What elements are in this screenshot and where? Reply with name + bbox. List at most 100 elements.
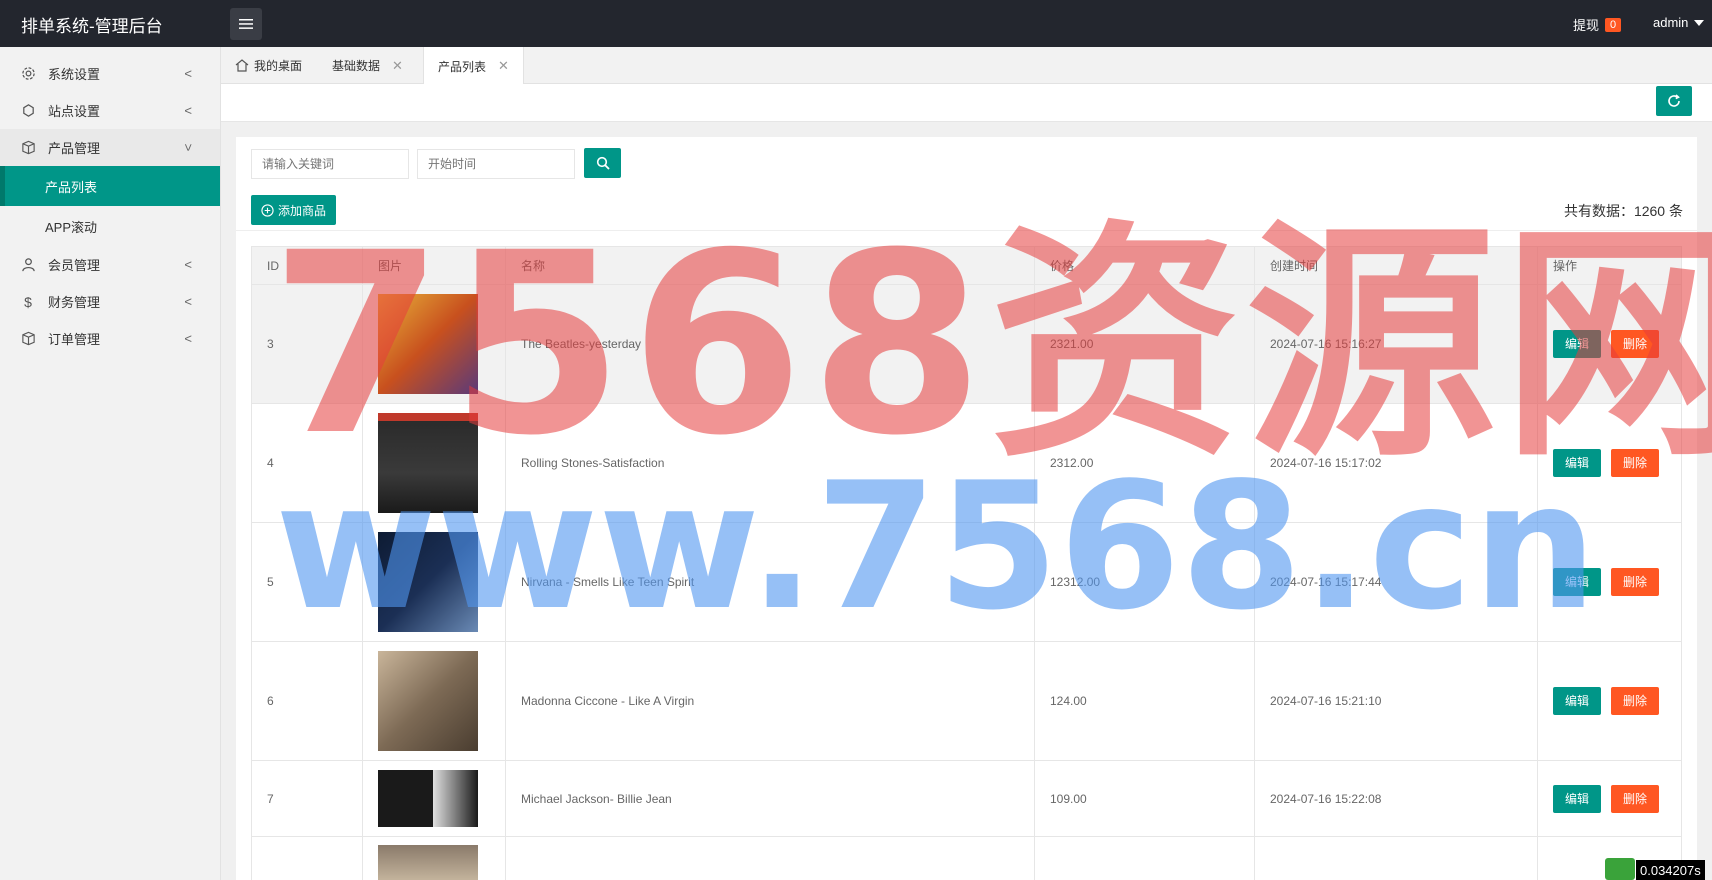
sidebar-item-order-management[interactable]: 订单管理 < — [0, 320, 220, 357]
sidebar-item-label: 财务管理 — [48, 295, 101, 310]
keyword-search-input[interactable] — [251, 149, 409, 179]
close-icon[interactable]: ✕ — [498, 58, 509, 74]
cell-created: 2024-07-16 15:21:10 — [1254, 641, 1538, 761]
sidebar-item-label: 产品管理 — [48, 141, 101, 156]
user-menu[interactable]: admin — [1653, 15, 1705, 30]
edit-button[interactable]: 编辑 — [1553, 568, 1602, 596]
home-icon — [235, 59, 249, 72]
add-product-button[interactable]: 添加商品 — [251, 195, 337, 225]
chevron-left-icon: < — [184, 294, 192, 309]
cell-name: Madonna Ciccone - Like A Virgin — [505, 641, 1035, 761]
tab-product-list[interactable]: 产品列表 ✕ — [423, 47, 524, 85]
cell-id: 3 — [251, 284, 363, 404]
gear-icon — [20, 66, 36, 82]
search-icon — [596, 156, 610, 170]
cell-id: 7 — [251, 760, 363, 837]
sidebar-item-member-management[interactable]: 会员管理 < — [0, 246, 220, 283]
tab-label: 我的桌面 — [254, 59, 303, 73]
cell-price: 124.00 — [1034, 641, 1255, 761]
plus-circle-icon — [261, 203, 274, 217]
app-title: 排单系统-管理后台 — [21, 17, 163, 36]
sidebar-item-product-management[interactable]: 产品管理 < — [0, 129, 220, 166]
globe-icon — [20, 103, 36, 119]
column-header-name: 名称 — [505, 246, 1035, 285]
product-table: ID 图片 名称 价格 创建时间 操作 3 The Beatles-yester… — [251, 246, 1682, 880]
delete-button[interactable]: 删除 — [1611, 449, 1660, 477]
sidebar-item-system-settings[interactable]: 系统设置 < — [0, 55, 220, 92]
cell-image — [362, 641, 506, 761]
cell-actions: 编辑 删除 — [1537, 760, 1682, 837]
table-row — [251, 836, 1682, 880]
tab-desktop[interactable]: 我的桌面 — [221, 47, 316, 84]
delete-button[interactable]: 删除 — [1611, 687, 1660, 715]
edit-button[interactable]: 编辑 — [1553, 330, 1602, 358]
sidebar-item-label: 系统设置 — [48, 67, 101, 82]
menu-toggle-button[interactable] — [230, 8, 262, 40]
delete-button[interactable]: 删除 — [1611, 330, 1660, 358]
cell-price — [1034, 836, 1255, 880]
chevron-left-icon: < — [184, 257, 192, 272]
page-timer: 0.034207s — [1636, 860, 1705, 880]
cell-id: 6 — [251, 641, 363, 761]
caret-down-icon — [1694, 19, 1705, 26]
cell-price: 12312.00 — [1034, 522, 1255, 642]
divider — [236, 230, 1697, 231]
box-icon — [20, 140, 36, 156]
delete-button[interactable]: 删除 — [1611, 784, 1660, 813]
cell-created — [1254, 836, 1538, 880]
delete-button[interactable]: 删除 — [1611, 568, 1660, 596]
cell-image — [362, 836, 506, 880]
sidebar-subitem-product-list[interactable]: 产品列表 — [0, 166, 220, 206]
content-panel: 添加商品 共有数据：1260 条 ID 图片 名称 价格 创建时间 操作 3 T… — [236, 137, 1697, 880]
cell-actions: 编辑 删除 — [1537, 641, 1682, 761]
tab-basic-data[interactable]: 基础数据 ✕ — [318, 47, 417, 84]
edit-button[interactable]: 编辑 — [1553, 784, 1602, 813]
chevron-left-icon: < — [184, 331, 192, 346]
box-icon — [20, 331, 36, 347]
withdraw-label: 提现 — [1573, 18, 1600, 33]
dollar-icon: $ — [24, 293, 32, 310]
sidebar-subitem-label: APP滚动 — [45, 219, 98, 235]
album-cover-image — [378, 532, 478, 632]
chevron-left-icon: < — [184, 66, 192, 81]
cell-image — [362, 522, 506, 642]
sidebar: 系统设置 < 站点设置 < 产品管理 < 产品列表 APP滚动 会员管理 < $… — [0, 47, 221, 880]
refresh-icon — [1668, 94, 1680, 107]
album-cover-image — [378, 770, 478, 827]
cell-name: Michael Jackson- Billie Jean — [505, 760, 1035, 837]
sidebar-item-site-settings[interactable]: 站点设置 < — [0, 92, 220, 129]
edit-button[interactable]: 编辑 — [1553, 449, 1602, 477]
withdraw-link[interactable]: 提现 0 — [1573, 15, 1622, 34]
debug-logo-icon — [1605, 858, 1635, 880]
close-icon[interactable]: ✕ — [392, 58, 403, 74]
cell-image — [362, 760, 506, 837]
album-cover-image — [378, 413, 478, 513]
cell-name: Rolling Stones-Satisfaction — [505, 403, 1035, 523]
username: admin — [1653, 15, 1689, 30]
sidebar-subitem-app-scroll[interactable]: APP滚动 — [0, 206, 220, 246]
column-header-price: 价格 — [1034, 246, 1255, 285]
withdraw-count-badge: 0 — [1605, 17, 1622, 32]
cell-id: 4 — [251, 403, 363, 523]
cell-image — [362, 403, 506, 523]
user-icon — [20, 257, 36, 273]
cell-actions: 编辑 删除 — [1537, 284, 1682, 404]
column-header-id: ID — [251, 246, 363, 285]
album-cover-image — [378, 294, 478, 394]
chevron-down-icon: < — [180, 143, 196, 152]
page-toolbar — [221, 84, 1712, 122]
table-row: 5 Nirvana - Smells Like Teen Spirit 1231… — [251, 522, 1682, 642]
cell-created: 2024-07-16 15:17:44 — [1254, 522, 1538, 642]
sidebar-item-label: 订单管理 — [48, 332, 101, 347]
cell-name: Nirvana - Smells Like Teen Spirit — [505, 522, 1035, 642]
edit-button[interactable]: 编辑 — [1553, 687, 1602, 715]
cell-price: 2312.00 — [1034, 403, 1255, 523]
album-cover-image — [378, 651, 478, 751]
cell-image — [362, 284, 506, 404]
refresh-button[interactable] — [1656, 86, 1692, 116]
sidebar-item-finance-management[interactable]: $ 财务管理 < — [0, 283, 220, 320]
sidebar-subitem-label: 产品列表 — [45, 179, 98, 195]
cell-created: 2024-07-16 15:16:27 — [1254, 284, 1538, 404]
search-button[interactable] — [584, 148, 621, 178]
start-date-input[interactable] — [417, 149, 575, 179]
